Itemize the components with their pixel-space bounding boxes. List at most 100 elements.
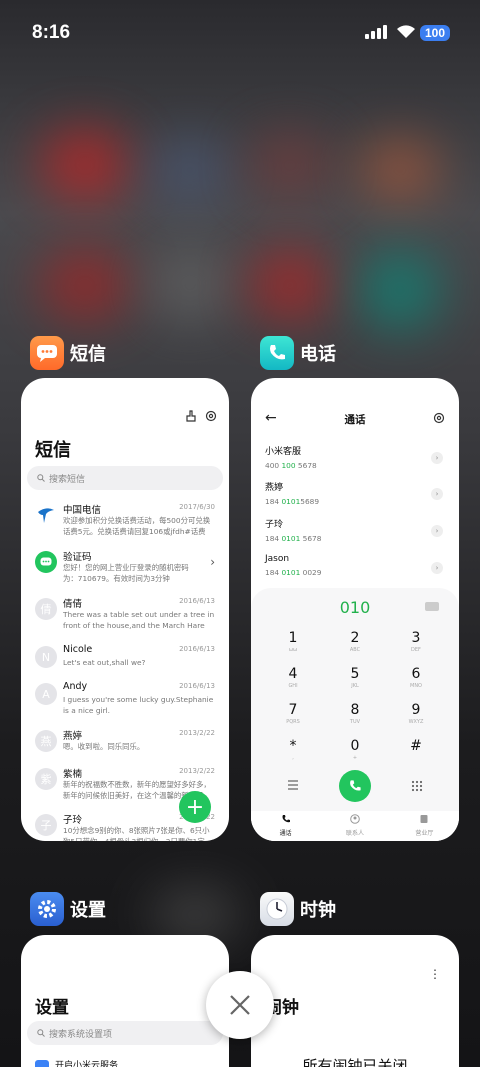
- message-date: 2016/6/13: [179, 682, 215, 690]
- sender-name: 中国电信: [63, 505, 102, 516]
- settings-app-card[interactable]: 设置 搜索系统设置项 开启小米云服务: [21, 935, 229, 1067]
- contact-item[interactable]: Jason 184 0101 0029 ›: [265, 554, 445, 588]
- clean-icon[interactable]: [185, 410, 197, 422]
- sender-name: 燕婷: [63, 731, 83, 742]
- contact-number: 400 100 5678: [265, 461, 317, 470]
- phone-icon: [350, 780, 361, 791]
- bottom-tab-bar: 通话 联系人 营业厅: [251, 811, 459, 841]
- clock-app-card[interactable]: ⋮ 闹钟 所有闹钟已关闭: [251, 935, 459, 1067]
- status-bar: 8:16 100: [32, 20, 450, 48]
- message-date: 2013/2/22: [179, 729, 215, 737]
- avatar: N: [35, 646, 57, 668]
- search-placeholder: 搜索短信: [49, 474, 86, 485]
- avatar: A: [35, 683, 57, 705]
- message-item[interactable]: A Andy 2016/6/13 I guess you're some luc…: [35, 681, 215, 725]
- contact-number: 184 0101 0029: [265, 568, 322, 577]
- message-preview: 您好！您的网上营业厅登录的随机密码为：710679。有效时间为3分钟: [63, 563, 189, 583]
- message-item[interactable]: 倩 倩倩 2016/6/13 There was a table set out…: [35, 596, 215, 640]
- app-header-clock[interactable]: 时钟: [260, 892, 336, 926]
- phone-app-card[interactable]: ← 通话 小米客服 400 100 5678 › 燕婷 184 01015689…: [251, 378, 459, 841]
- key-4[interactable]: 4 GHI: [273, 666, 313, 689]
- contact-number: 184 01015689: [265, 497, 320, 506]
- app-header-phone[interactable]: 电话: [260, 336, 336, 370]
- tab-calls[interactable]: 通话: [251, 811, 320, 841]
- wifi-icon: [397, 25, 415, 38]
- chevron-right-icon[interactable]: ›: [431, 488, 443, 500]
- contact-item[interactable]: 燕婷 184 01015689 ›: [265, 480, 445, 514]
- backspace-icon[interactable]: [425, 602, 439, 611]
- message-preview: 嗯。收到啦。同乐同乐。: [63, 742, 145, 751]
- new-message-button[interactable]: +: [179, 791, 211, 823]
- message-preview: I guess you're some lucky guy.Stephanie …: [63, 695, 214, 715]
- signal-icon: [365, 25, 387, 39]
- contact-name: 燕婷: [265, 483, 284, 493]
- contact-item[interactable]: 子玲 184 0101 5678 ›: [265, 517, 445, 551]
- key-0[interactable]: 0 +: [335, 738, 375, 761]
- store-icon: [420, 815, 428, 823]
- message-preview: There was a table set out under a tree i…: [63, 610, 215, 630]
- key-2[interactable]: 2 ABC: [335, 630, 375, 653]
- message-date: 2013/2/22: [179, 767, 215, 775]
- settings-gear-icon[interactable]: [433, 412, 445, 424]
- sms-app-card[interactable]: 短信 搜索短信 中国电信 2017/6/30 欢迎参加积分兑换话费活动，每500…: [21, 378, 229, 841]
- avatar: 子: [35, 814, 57, 836]
- clock-app-icon: [260, 892, 294, 926]
- contact-icon: [350, 814, 360, 824]
- app-header-settings[interactable]: 设置: [30, 892, 106, 926]
- more-options-icon[interactable]: ⋮: [429, 967, 441, 981]
- settings-gear-icon[interactable]: [205, 410, 217, 422]
- contact-item[interactable]: 小米客服 400 100 5678 ›: [265, 444, 445, 478]
- battery-indicator: 100: [419, 25, 450, 41]
- call-button[interactable]: [339, 770, 371, 802]
- key-star[interactable]: *,: [273, 738, 313, 761]
- sms-app-icon: [30, 336, 64, 370]
- tab-service-hall[interactable]: 营业厅: [390, 811, 459, 841]
- chevron-right-icon[interactable]: ›: [431, 525, 443, 537]
- chevron-right-icon[interactable]: ›: [431, 452, 443, 464]
- page-title: 通话: [344, 414, 366, 426]
- key-hash[interactable]: #: [396, 738, 436, 755]
- search-icon: [37, 1029, 45, 1037]
- key-3[interactable]: 3 DEF: [396, 630, 436, 653]
- telecom-logo-icon: [35, 504, 57, 526]
- message-date: 2016/6/13: [179, 645, 215, 653]
- clock-time: 8:16: [32, 22, 71, 43]
- key-6[interactable]: 6 MNO: [396, 666, 436, 689]
- app-name: 电话: [300, 344, 336, 365]
- app-name: 短信: [70, 344, 106, 365]
- message-item[interactable]: 中国电信 2017/6/30 欢迎参加积分兑换话费活动，每500分可兑换话费5元…: [35, 502, 215, 546]
- contact-name: 小米客服: [265, 447, 302, 457]
- dialpad-grid-icon[interactable]: [411, 780, 423, 792]
- contact-name: 子玲: [265, 520, 284, 530]
- menu-icon[interactable]: [287, 780, 299, 790]
- search-icon: [37, 474, 45, 482]
- page-title: 短信: [35, 440, 71, 461]
- phone-app-icon: [260, 336, 294, 370]
- clear-all-button[interactable]: [206, 971, 274, 1039]
- contact-number: 184 0101 5678: [265, 534, 322, 543]
- avatar: 燕: [35, 730, 57, 752]
- search-input[interactable]: 搜索短信: [27, 466, 223, 490]
- app-name: 设置: [70, 900, 106, 921]
- phone-icon: [282, 815, 290, 823]
- message-date: 2017/6/30: [179, 503, 215, 511]
- close-icon: [230, 995, 250, 1015]
- chevron-right-icon[interactable]: ›: [431, 562, 443, 574]
- key-8[interactable]: 8 TUV: [335, 702, 375, 725]
- chevron-right-icon: ›: [210, 555, 215, 569]
- key-5[interactable]: 5 JKL: [335, 666, 375, 689]
- key-1[interactable]: 1 ωω: [273, 630, 313, 653]
- settings-item[interactable]: 开启小米云服务: [35, 1058, 118, 1067]
- key-9[interactable]: 9 WXYZ: [396, 702, 436, 725]
- search-input[interactable]: 搜索系统设置项: [27, 1021, 223, 1045]
- message-item[interactable]: 验证码 › 您好！您的网上营业厅登录的随机密码为：710679。有效时间为3分钟: [35, 549, 215, 593]
- sender-name: 倩倩: [63, 599, 83, 610]
- sender-name: Andy: [63, 681, 88, 692]
- contact-name: Jason: [265, 554, 290, 564]
- app-header-sms[interactable]: 短信: [30, 336, 106, 370]
- settings-app-icon: [30, 892, 64, 926]
- message-preview: Let's eat out,shall we?: [63, 658, 146, 667]
- tab-contacts[interactable]: 联系人: [320, 811, 389, 841]
- message-date: 2016/6/13: [179, 597, 215, 605]
- key-7[interactable]: 7 PQRS: [273, 702, 313, 725]
